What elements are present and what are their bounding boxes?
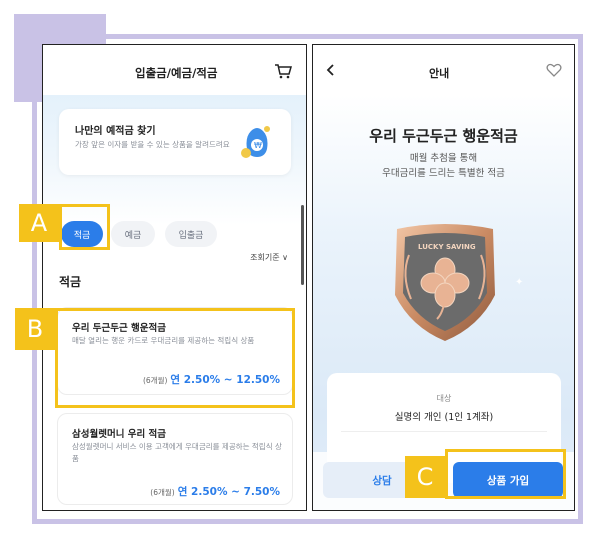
left-header: 입출금/예금/적금 xyxy=(43,45,306,95)
filter-chip-checking[interactable]: 입출금 xyxy=(165,221,217,247)
back-chevron-icon[interactable] xyxy=(325,63,337,77)
heart-icon[interactable] xyxy=(546,63,562,77)
annotation-label-a: A xyxy=(19,204,59,242)
filter-chip-deposit[interactable]: 예금 xyxy=(111,221,155,247)
right-header: 안내 xyxy=(313,45,574,95)
scrollbar[interactable] xyxy=(301,205,304,285)
product-rate-value: 연 2.50% ~ 7.50% xyxy=(177,486,280,498)
badge-text: LUCKY SAVING xyxy=(418,243,476,251)
product-term: (6개월) xyxy=(150,488,175,497)
product-description: 삼성월렛머니 서비스 이용 고객에게 우대금리를 제공하는 적립식 상품 xyxy=(72,442,282,463)
section-title: 적금 xyxy=(59,275,82,289)
svg-text:₩: ₩ xyxy=(254,141,262,150)
lucky-saving-badge-icon: LUCKY SAVING xyxy=(395,224,495,341)
left-phone-screen: 입출금/예금/적금 나만의 예적금 찾기 가장 앞은 이자를 받을 수 있는 상… xyxy=(42,44,307,511)
target-value: 실명의 개인 (1인 1계좌) xyxy=(394,412,494,423)
product-name: 삼성월렛머니 우리 적금 xyxy=(72,429,167,440)
hero-subtitle-line: 우대금리를 드리는 특별한 적금 xyxy=(382,168,505,179)
finder-card[interactable]: 나만의 예적금 찾기 가장 앞은 이자를 받을 수 있는 상품을 알려드려요 ₩ xyxy=(59,109,291,175)
target-label: 대상 xyxy=(436,394,452,403)
hero-subtitle-line: 매월 추첨을 통해 xyxy=(409,153,478,164)
hero-title: 우리 두근두근 행운적금 xyxy=(369,127,518,145)
finder-title: 나만의 예적금 찾기 xyxy=(75,126,156,137)
sort-dropdown[interactable]: 조회기준 ∨ xyxy=(250,252,288,263)
annotation-box-b xyxy=(55,308,295,408)
divider xyxy=(341,431,547,432)
hero-subtitle: 매월 추첨을 통해 우대금리를 드리는 특별한 적금 xyxy=(313,151,574,181)
sparkle-icon: ✦ xyxy=(515,277,524,288)
annotation-label-c: C xyxy=(405,456,445,498)
product-rate: (6개월) 연 2.50% ~ 7.50% xyxy=(150,484,280,499)
annotation-box-a xyxy=(59,204,110,250)
page-title: 입출금/예금/적금 xyxy=(135,66,218,80)
annotation-box-c xyxy=(445,449,566,499)
cart-icon[interactable] xyxy=(274,63,292,79)
money-bag-icon: ₩ xyxy=(241,126,270,158)
right-phone-screen: 안내 ✦ 우리 두근두근 행운적금 매월 추첨을 통해 우대금리를 드리는 특별… xyxy=(312,44,575,511)
product-card[interactable]: 삼성월렛머니 우리 적금 삼성월렛머니 서비스 이용 고객에게 우대금리를 제공… xyxy=(57,413,293,505)
page-title: 안내 xyxy=(429,67,450,80)
annotation-label-b: B xyxy=(15,308,55,350)
finder-description: 가장 앞은 이자를 받을 수 있는 상품을 알려드려요 xyxy=(75,140,230,149)
